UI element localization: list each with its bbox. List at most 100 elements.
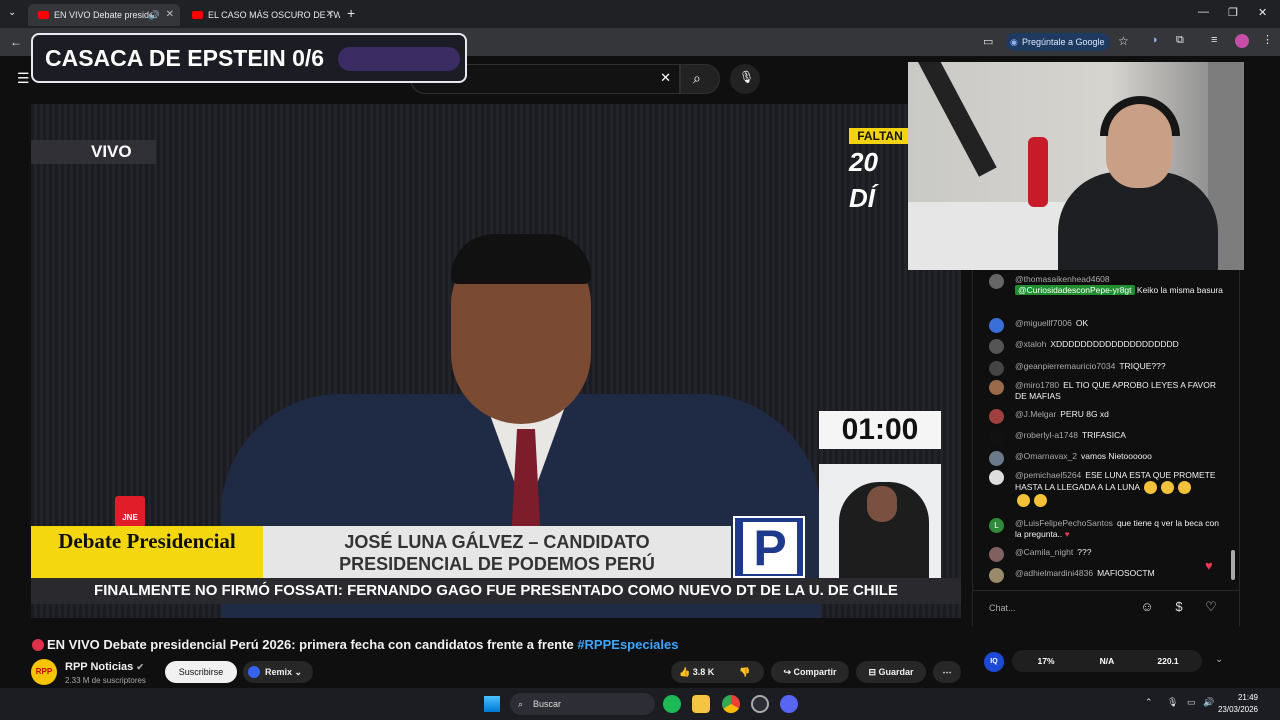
chevron-down-icon[interactable]: ⌄	[1215, 654, 1223, 665]
video-player[interactable]: VIVO FALTAN 20 DÍ 01:00 JNE Debate Presi…	[31, 104, 961, 618]
hamburger-menu-icon[interactable]: ☰	[17, 70, 30, 87]
save-label: Guardar	[878, 667, 914, 677]
chat-username[interactable]: @miguellf7006	[1015, 318, 1072, 328]
close-window-button[interactable]: ✕	[1258, 6, 1267, 19]
discord-icon[interactable]	[780, 695, 798, 713]
chat-message: @miro1780 EL TIO QUE APROBO LEYES A FAVOR…	[989, 380, 1225, 402]
chat-username[interactable]: @Omarnavax_2	[1015, 451, 1077, 461]
minimize-button[interactable]: —	[1198, 6, 1209, 18]
microphone-icon[interactable]: 🎙	[1167, 697, 1178, 708]
audio-icon[interactable]: 🔊	[149, 4, 160, 26]
search-icon: ⌕	[518, 699, 524, 709]
microphone	[1028, 137, 1048, 207]
save-button[interactable]: ⊟ Guardar	[856, 661, 926, 683]
tab-list-icon[interactable]: ⌄	[8, 7, 16, 18]
chrome-icon[interactable]	[722, 695, 740, 713]
ask-google-button[interactable]: ◉ Pregúntale a Google	[1006, 33, 1110, 51]
chat-username[interactable]: @thomasaikenhead4608	[1015, 274, 1110, 284]
chat-username[interactable]: @xtaloh	[1015, 339, 1046, 349]
windows-taskbar: ⌕ Buscar ⌃ 🎙 ▭ 🔊 21:49 23/03/2026	[0, 688, 1280, 720]
volume-icon[interactable]: 🔊	[1203, 697, 1214, 708]
remix-button[interactable]: Remix ⌄	[243, 661, 313, 683]
app-icon[interactable]	[751, 695, 769, 713]
chat-text: Keiko la misma basura	[1136, 285, 1223, 295]
tab-el-caso[interactable]: EL CASO MÁS OSCURO DE TWI ✕	[182, 4, 340, 26]
avatar: L	[989, 518, 1004, 533]
avatar	[989, 547, 1004, 562]
chat-username[interactable]: @LuisFelipePechoSantos	[1015, 518, 1113, 528]
chat-username[interactable]: @pemichael5264	[1015, 470, 1081, 480]
chat-text: TRIFASICA	[1081, 430, 1126, 440]
chat-username[interactable]: @roberlyl-a1748	[1015, 430, 1078, 440]
network-icon[interactable]: ▭	[1187, 697, 1196, 708]
chat-scrollbar[interactable]	[1231, 550, 1235, 580]
channel-name[interactable]: RPP Noticias ✔	[65, 661, 144, 673]
chat-username[interactable]: @Camila_night	[1015, 547, 1073, 557]
extension-icon[interactable]: ◗	[1152, 34, 1159, 46]
emoji-icon[interactable]: ☺	[1138, 598, 1156, 616]
file-explorer-icon[interactable]	[692, 695, 710, 713]
clock-date: 23/03/2026	[1217, 705, 1258, 714]
chat-text: XDDDDDDDDDDDDDDDDDDDD	[1050, 339, 1179, 349]
back-icon[interactable]: ←	[10, 35, 22, 49]
voice-search-button[interactable]: 🎙	[730, 64, 760, 94]
chevron-up-icon[interactable]: ⌃	[1145, 697, 1153, 708]
youtube-icon	[192, 11, 203, 19]
heart-outline-icon[interactable]: ♡	[1202, 598, 1220, 616]
avatar	[989, 380, 1004, 395]
windows-start-icon[interactable]	[484, 696, 500, 712]
chat-username[interactable]: @geanpierremauricio7034	[1015, 361, 1115, 371]
chat-mention[interactable]: @CuriosidadesconPepe-yr8gt	[1015, 285, 1135, 295]
chat-message: @thomasaikenhead4608 @CuriosidadesconPepe…	[989, 274, 1225, 296]
chat-username[interactable]: @adhielmardini4836	[1015, 568, 1093, 578]
chat-input[interactable]: Chat...	[989, 598, 1129, 618]
close-icon[interactable]: ✕	[326, 4, 334, 26]
share-button[interactable]: ↪ Compartir	[771, 661, 849, 683]
streamer-webcam	[908, 62, 1244, 270]
thumbs-up-icon: 👍	[679, 667, 691, 677]
chat-text: ???	[1077, 547, 1092, 557]
chat-username[interactable]: @J.Melgar	[1015, 409, 1056, 419]
stats-logo: IQ	[984, 652, 1004, 672]
news-ticker: FINALMENTE NO FIRMÓ FOSSATI: FERNANDO GA…	[31, 578, 961, 604]
overlay-progress-bar	[338, 47, 460, 71]
video-title-text: EN VIVO Debate presidencial Perú 2026: p…	[47, 637, 574, 652]
restore-button[interactable]: ❐	[1228, 6, 1238, 19]
chat-text: MAFIOSOCTM	[1097, 568, 1155, 578]
thumbs-down-icon[interactable]: 👎	[739, 661, 750, 683]
clock[interactable]: 21:49 23/03/2026	[1218, 692, 1258, 716]
tab-label: EL CASO MÁS OSCURO DE TWI	[208, 10, 340, 20]
subscribe-button[interactable]: Suscribirse	[165, 661, 237, 683]
live-dot-icon	[32, 639, 44, 651]
tab-en-vivo[interactable]: EN VIVO Debate preside 🔊 ✕	[28, 4, 180, 26]
chat-username[interactable]: @miro1780	[1015, 380, 1059, 390]
share-icon: ↪	[783, 667, 791, 677]
live-chat-panel: @thomasaikenhead4608 @CuriosidadesconPepe…	[972, 270, 1240, 626]
new-tab-button[interactable]: +	[347, 5, 355, 21]
hashtag-link[interactable]: #RPPEspeciales	[577, 637, 678, 652]
like-button[interactable]: 👍 3.8 K 👎	[671, 661, 764, 683]
menu-dots-icon[interactable]: ⋮	[1262, 33, 1273, 46]
close-icon[interactable]: ✕	[166, 4, 174, 26]
spotify-icon[interactable]	[663, 695, 681, 713]
playlist-icon[interactable]: ≡	[1211, 34, 1217, 46]
remix-label: Remix	[265, 667, 293, 677]
bookmark-star-icon[interactable]: ☆	[1118, 34, 1129, 48]
stats-bar: 17% N/A 220.1	[1012, 650, 1202, 672]
remix-icon	[248, 666, 260, 678]
profile-avatar[interactable]	[1235, 34, 1249, 48]
chat-text: OK	[1075, 318, 1089, 328]
channel-avatar[interactable]: RPP	[31, 659, 57, 685]
party-logo-letter: P	[743, 522, 797, 574]
super-chat-icon[interactable]: $	[1170, 598, 1188, 616]
stream-goal-overlay: CASACA DE EPSTEIN 0/6	[31, 33, 467, 83]
cast-icon[interactable]: ▭	[983, 35, 993, 48]
chat-message: @J.Melgar PERU 8G xd	[989, 409, 1225, 424]
more-actions-button[interactable]: ⋯	[933, 661, 961, 683]
chat-text: PERU 8G xd	[1060, 409, 1109, 419]
taskbar-search[interactable]: ⌕ Buscar	[510, 693, 655, 715]
search-button[interactable]: ⌕	[680, 64, 720, 94]
clear-search-icon[interactable]: ✕	[660, 70, 671, 86]
puzzle-icon[interactable]: ⧉	[1176, 34, 1184, 47]
clock-time: 21:49	[1237, 693, 1258, 702]
